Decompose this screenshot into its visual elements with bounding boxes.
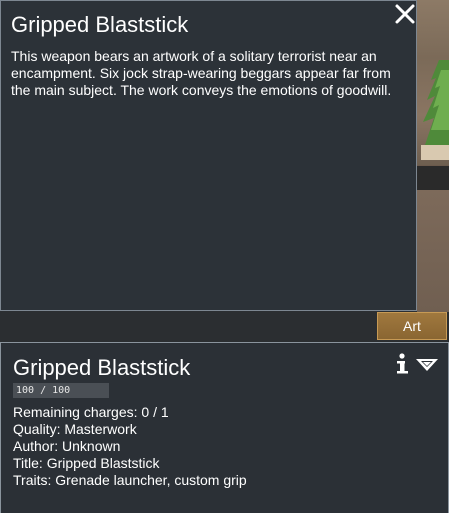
stat-title: Title: Gripped Blaststick — [13, 455, 160, 471]
map-wall — [417, 166, 449, 190]
stat-quality: Quality: Masterwork — [13, 421, 137, 437]
art-window-title: Gripped Blaststick — [11, 12, 189, 37]
hit-points-bar: 100 / 100 — [13, 383, 109, 398]
hit-points-text: 100 / 100 — [16, 385, 71, 396]
plant-sprite — [421, 60, 449, 160]
art-description-window: Gripped Blaststick This weapon bears an … — [0, 0, 417, 311]
map-view[interactable] — [417, 0, 449, 312]
stat-remaining-charges: Remaining charges: 0 / 1 — [13, 404, 169, 420]
inspect-pane: Gripped Blaststick 100 / 100 Remaining c… — [0, 342, 449, 513]
tab-art[interactable]: Art — [377, 312, 447, 340]
stat-traits: Traits: Grenade launcher, custom grip — [13, 472, 247, 488]
stats-list: Remaining charges: 0 / 1 Quality: Master… — [13, 404, 247, 489]
map-floor — [417, 190, 449, 312]
art-description-text: This weapon bears an artwork of a solita… — [11, 48, 392, 98]
collapse-triangle-icon[interactable] — [415, 357, 439, 373]
stat-author: Author: Unknown — [13, 438, 121, 454]
inspect-title: Gripped Blaststick — [13, 355, 191, 380]
info-icon[interactable] — [394, 353, 412, 375]
close-icon[interactable] — [392, 1, 418, 27]
